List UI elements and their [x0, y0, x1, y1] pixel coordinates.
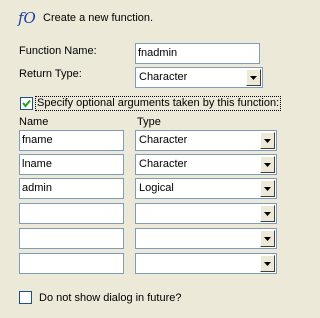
argument-type-select[interactable]: Character: [135, 154, 277, 175]
return-type-select[interactable]: Character: [135, 67, 263, 88]
argument-type-select[interactable]: [135, 228, 277, 249]
chevron-down-icon[interactable]: [246, 69, 261, 86]
argument-name-input[interactable]: lname: [19, 154, 124, 175]
argument-type-select[interactable]: Character: [135, 130, 277, 151]
chevron-down-icon[interactable]: [260, 156, 275, 173]
chevron-down-icon[interactable]: [260, 132, 275, 149]
do-not-show-label: Do not show dialog in future?: [39, 292, 182, 304]
argument-name-input[interactable]: [19, 253, 124, 274]
argument-name-input[interactable]: [19, 203, 124, 224]
argument-type-value: Character: [139, 134, 188, 146]
function-name-input[interactable]: fnadmin: [135, 43, 260, 64]
checkmark-icon: [22, 99, 31, 108]
argument-type-select[interactable]: [135, 253, 277, 274]
dialog-title: Create a new function.: [43, 12, 154, 24]
name-column-header: Name: [19, 116, 49, 128]
argument-type-select[interactable]: Logical: [135, 178, 277, 199]
return-type-label: Return Type:: [19, 68, 82, 80]
argument-type-value: Logical: [139, 182, 174, 194]
function-name-label: Function Name:: [19, 45, 97, 57]
argument-name-input[interactable]: [19, 228, 124, 249]
argument-name-input[interactable]: admin: [19, 178, 124, 199]
function-icon: fO: [18, 9, 36, 27]
argument-name-input[interactable]: fname: [19, 130, 124, 151]
chevron-down-icon[interactable]: [260, 230, 275, 247]
return-type-value: Character: [139, 71, 188, 83]
chevron-down-icon[interactable]: [260, 180, 275, 197]
chevron-down-icon[interactable]: [260, 255, 275, 272]
specify-args-label: Specify optional arguments taken by this…: [34, 96, 282, 111]
do-not-show-checkbox[interactable]: [19, 291, 32, 304]
argument-type-value: Character: [139, 158, 188, 170]
specify-args-checkbox[interactable]: [20, 97, 33, 110]
type-column-header: Type: [137, 116, 161, 128]
chevron-down-icon[interactable]: [260, 205, 275, 222]
argument-type-select[interactable]: [135, 203, 277, 224]
